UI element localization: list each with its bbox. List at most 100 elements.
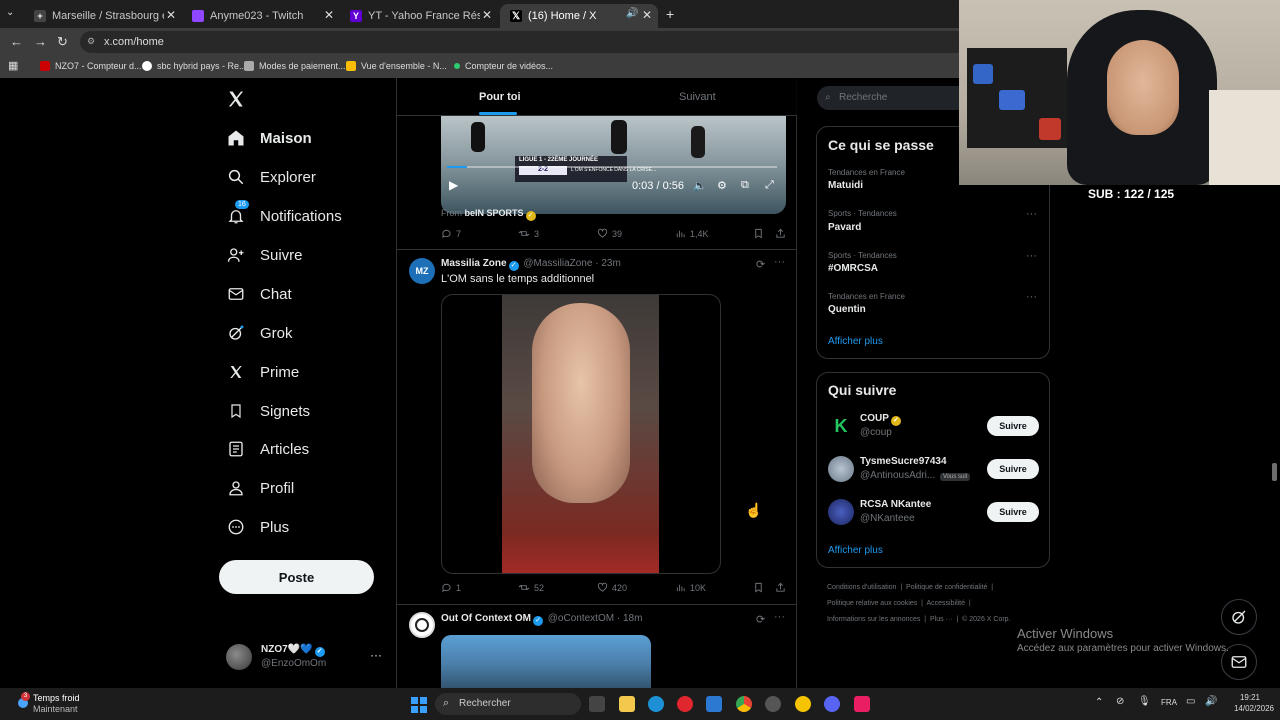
more-options-icon[interactable]: ··· xyxy=(1026,250,1037,262)
microphone-icon[interactable]: 🎙 xyxy=(1138,696,1151,707)
clock-date[interactable]: 14/02/2026 xyxy=(1222,704,1274,713)
forward-icon[interactable]: → xyxy=(34,34,47,49)
nav-item-grok[interactable]: Grok xyxy=(226,318,293,348)
like-button[interactable]: 39 xyxy=(597,228,622,239)
nav-item-profile[interactable]: Profil xyxy=(226,473,294,503)
nav-item-follow[interactable]: Suivre xyxy=(226,240,303,270)
avatar[interactable] xyxy=(409,612,435,638)
taskbar-search[interactable]: ⌕ Rechercher xyxy=(435,693,581,715)
bookmark-item[interactable]: NZO7 - Compteur d... xyxy=(40,61,142,71)
more-options-icon[interactable]: ··· xyxy=(370,648,382,662)
opera-icon[interactable] xyxy=(677,696,693,712)
follow-button[interactable]: Suivre xyxy=(987,459,1039,479)
nav-item-articles[interactable]: Articles xyxy=(226,434,309,464)
like-button[interactable]: 420 xyxy=(597,582,627,593)
nav-item-explore[interactable]: Explorer xyxy=(226,162,316,192)
tweet-author-name[interactable]: Out Of Context OM xyxy=(441,613,531,624)
back-icon[interactable]: ← xyxy=(10,34,23,49)
bookmark-item[interactable]: Modes de paiement... xyxy=(244,61,346,71)
bookmark-item[interactable]: Vue d'ensemble - N... xyxy=(346,61,447,71)
footer-link[interactable]: Informations sur les annonces xyxy=(827,616,920,623)
account-switcher[interactable]: NZO7🤍💙 ✓ @EnzoOmOm ··· xyxy=(226,642,391,672)
avatar[interactable] xyxy=(828,499,854,525)
url-field[interactable]: ⚙ x.com/home xyxy=(80,31,960,53)
tweet-author-name[interactable]: Massilia Zone xyxy=(441,258,507,269)
bookmark-item[interactable]: sbc hybrid pays - Re... xyxy=(142,61,247,71)
show-more-trends[interactable]: Afficher plus xyxy=(828,336,883,347)
tweet-time[interactable]: 18m xyxy=(623,613,642,624)
language-indicator[interactable]: FRA xyxy=(1161,698,1177,707)
close-icon[interactable]: ✕ xyxy=(324,8,334,22)
avatar[interactable]: MZ xyxy=(409,258,435,284)
share-button[interactable] xyxy=(775,582,790,593)
post-button[interactable]: Poste xyxy=(219,560,374,594)
nav-item-chat[interactable]: Chat xyxy=(226,279,292,309)
video-progress-track[interactable] xyxy=(447,166,777,168)
bookmark-item[interactable]: Compteur de vidéos... xyxy=(454,61,553,71)
task-view-icon[interactable] xyxy=(589,696,605,712)
bookmark-button[interactable] xyxy=(753,228,768,239)
speaker-icon[interactable]: 🔊 xyxy=(626,8,638,19)
footer-link[interactable]: Conditions d'utilisation xyxy=(827,584,896,591)
tab-list-icon[interactable]: ⌄ xyxy=(6,7,14,18)
nav-item-home[interactable]: Maison xyxy=(226,123,312,153)
tweet-time[interactable]: 23m xyxy=(601,258,620,269)
trend-name[interactable]: Matuidi xyxy=(828,180,863,191)
settings-icon[interactable]: ⚙ xyxy=(717,179,727,192)
tab-marseille[interactable]: + Marseille / Strasbourg en strea ✕ xyxy=(24,4,182,28)
chrome-icon[interactable] xyxy=(736,696,752,712)
clock-time[interactable]: 19:21 xyxy=(1222,693,1260,702)
tweet-author-handle[interactable]: @oContextOM xyxy=(548,613,614,624)
tweet-author-handle[interactable]: @MassiliaZone xyxy=(523,258,592,269)
tab-following[interactable]: Suivant xyxy=(679,91,716,103)
app-icon[interactable] xyxy=(795,696,811,712)
avatar[interactable] xyxy=(828,456,854,482)
who-name[interactable]: TysmeSucre97434 xyxy=(860,456,947,467)
nav-item-notifications[interactable]: 16 Notifications xyxy=(226,200,342,231)
discord-icon[interactable] xyxy=(824,696,840,712)
nav-item-more[interactable]: Plus xyxy=(226,512,289,542)
store-icon[interactable] xyxy=(706,696,722,712)
search-input[interactable]: ⌕ Recherche xyxy=(817,86,959,110)
display-icon[interactable]: ▭ xyxy=(1186,696,1195,707)
reload-icon[interactable]: ↻ xyxy=(57,34,68,50)
tweet-image[interactable] xyxy=(441,635,651,688)
retweet-button[interactable]: 52 xyxy=(518,582,544,593)
chevron-up-icon[interactable]: ⌃ xyxy=(1095,697,1103,708)
footer-link[interactable]: Accessibilité xyxy=(927,600,966,607)
tab-x-home[interactable]: 𝕏 (16) Home / X 🔊 ✕ xyxy=(500,4,658,28)
footer-link[interactable]: Plus ··· xyxy=(930,616,953,623)
grok-icon[interactable]: ⟳ xyxy=(756,613,765,626)
network-icon[interactable]: ⊘ xyxy=(1116,696,1124,707)
show-more-who[interactable]: Afficher plus xyxy=(828,545,883,556)
reply-button[interactable]: 7 xyxy=(441,228,461,239)
grok-icon[interactable]: ⟳ xyxy=(756,258,765,271)
tab-yahoo[interactable]: Y YT - Yahoo France Résultats de ✕ xyxy=(340,4,498,28)
tiktok-icon[interactable] xyxy=(854,696,870,712)
who-name[interactable]: COUP ✓ xyxy=(860,413,903,426)
share-button[interactable] xyxy=(775,228,790,239)
nav-item-premium[interactable]: Prime xyxy=(226,357,299,387)
bookmark-button[interactable] xyxy=(753,582,768,593)
close-icon[interactable]: ✕ xyxy=(642,8,652,22)
more-options-icon[interactable]: ··· xyxy=(1026,208,1037,220)
footer-link[interactable]: Politique relative aux cookies xyxy=(827,600,917,607)
volume-icon[interactable]: 🔊 xyxy=(1205,696,1217,707)
play-icon[interactable]: ▶ xyxy=(449,178,458,192)
pip-icon[interactable]: ⧉ xyxy=(741,179,749,192)
fullscreen-icon[interactable]: ⤢ xyxy=(765,179,774,192)
tab-for-you[interactable]: Pour toi xyxy=(479,91,521,103)
follow-button[interactable]: Suivre xyxy=(987,502,1039,522)
footer-link[interactable]: Politique de confidentialité xyxy=(906,584,987,591)
app-icon[interactable] xyxy=(765,696,781,712)
x-logo[interactable] xyxy=(226,84,246,114)
retweet-button[interactable]: 3 xyxy=(518,228,539,239)
trend-name[interactable]: Pavard xyxy=(828,222,861,233)
edge-icon[interactable] xyxy=(648,696,664,712)
reply-button[interactable]: 1 xyxy=(441,582,461,593)
file-explorer-icon[interactable] xyxy=(619,696,635,712)
who-name[interactable]: RCSA NKantee xyxy=(860,499,931,510)
more-options-icon[interactable]: ··· xyxy=(1026,291,1037,303)
trend-name[interactable]: #OMRCSA xyxy=(828,263,878,274)
close-icon[interactable]: ✕ xyxy=(482,8,492,22)
